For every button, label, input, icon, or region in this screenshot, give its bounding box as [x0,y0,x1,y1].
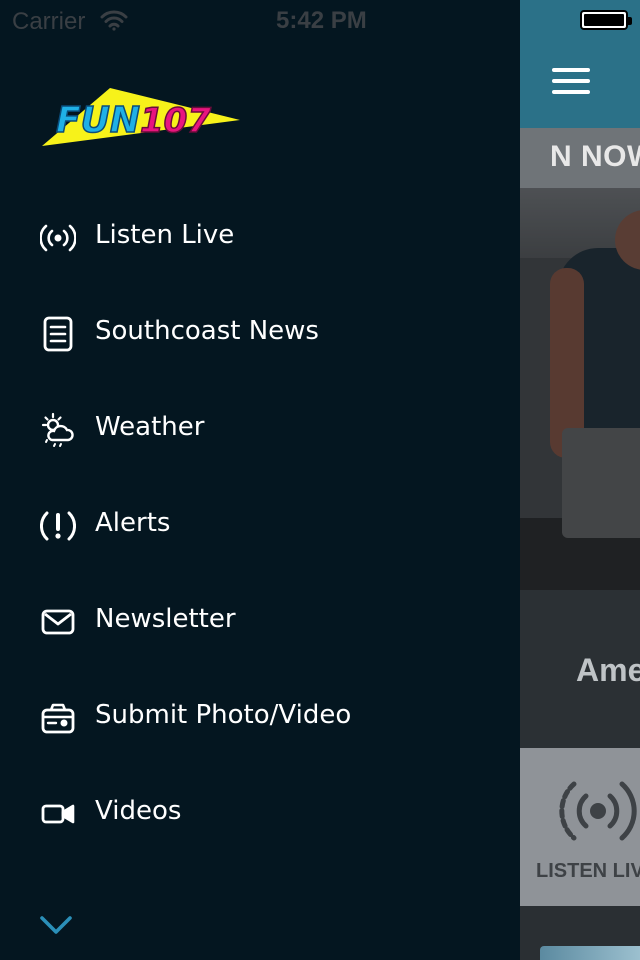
chevron-down-icon[interactable] [36,910,76,940]
battery-icon [580,10,632,30]
listen-live-tile[interactable]: LISTEN LIV [520,748,640,906]
menu-item-label: Newsletter [95,604,236,634]
camera-icon [41,703,75,734]
alert-icon [40,511,76,541]
menu-item-videos[interactable]: Videos [0,766,520,862]
weather-icon [41,412,74,447]
menu-item-label: Weather [95,412,205,442]
wifi-icon [100,10,128,31]
menu-item-weather[interactable]: Weather [0,382,520,478]
caption-text: Ame [576,652,640,688]
envelope-icon [41,609,75,635]
featured-caption[interactable]: Ame [520,590,640,748]
broadcast-icon [40,224,76,252]
ticker-text: N NOW [550,140,640,173]
menu-item-label: Listen Live [95,220,235,250]
status-bar: Carrier 5:42 PM [0,0,640,40]
news-ticker[interactable]: N NOW [520,128,640,188]
featured-photo[interactable] [520,188,640,590]
thumbnail[interactable] [540,946,640,960]
menu-item-submit-photo-video[interactable]: Submit Photo/Video [0,670,520,766]
menu-item-label: Alerts [95,508,171,538]
fun107-logo: FUN 107 [42,88,240,146]
menu-item-label: Submit Photo/Video [95,700,352,730]
listen-live-tile-label: LISTEN LIV [536,860,640,882]
broadcast-icon [559,781,637,841]
status-time: 5:42 PM [276,7,367,34]
menu-item-label: Southcoast News [95,316,319,346]
menu-item-label: Videos [95,796,182,826]
menu-item-newsletter[interactable]: Newsletter [0,574,520,670]
svg-text:107: 107 [140,101,211,141]
hamburger-menu-icon[interactable] [552,66,590,96]
svg-text:FUN: FUN [56,100,140,141]
menu-item-alerts[interactable]: Alerts [0,478,520,574]
menu-item-southcoast-news[interactable]: Southcoast News [0,286,520,382]
carrier-label: Carrier [12,8,86,35]
menu-item-listen-live[interactable]: Listen Live [0,190,520,286]
video-camera-icon [41,804,75,824]
navigation-drawer: FUN 107 Listen Live Southcoast News Weat… [0,0,520,960]
document-icon [43,316,73,352]
